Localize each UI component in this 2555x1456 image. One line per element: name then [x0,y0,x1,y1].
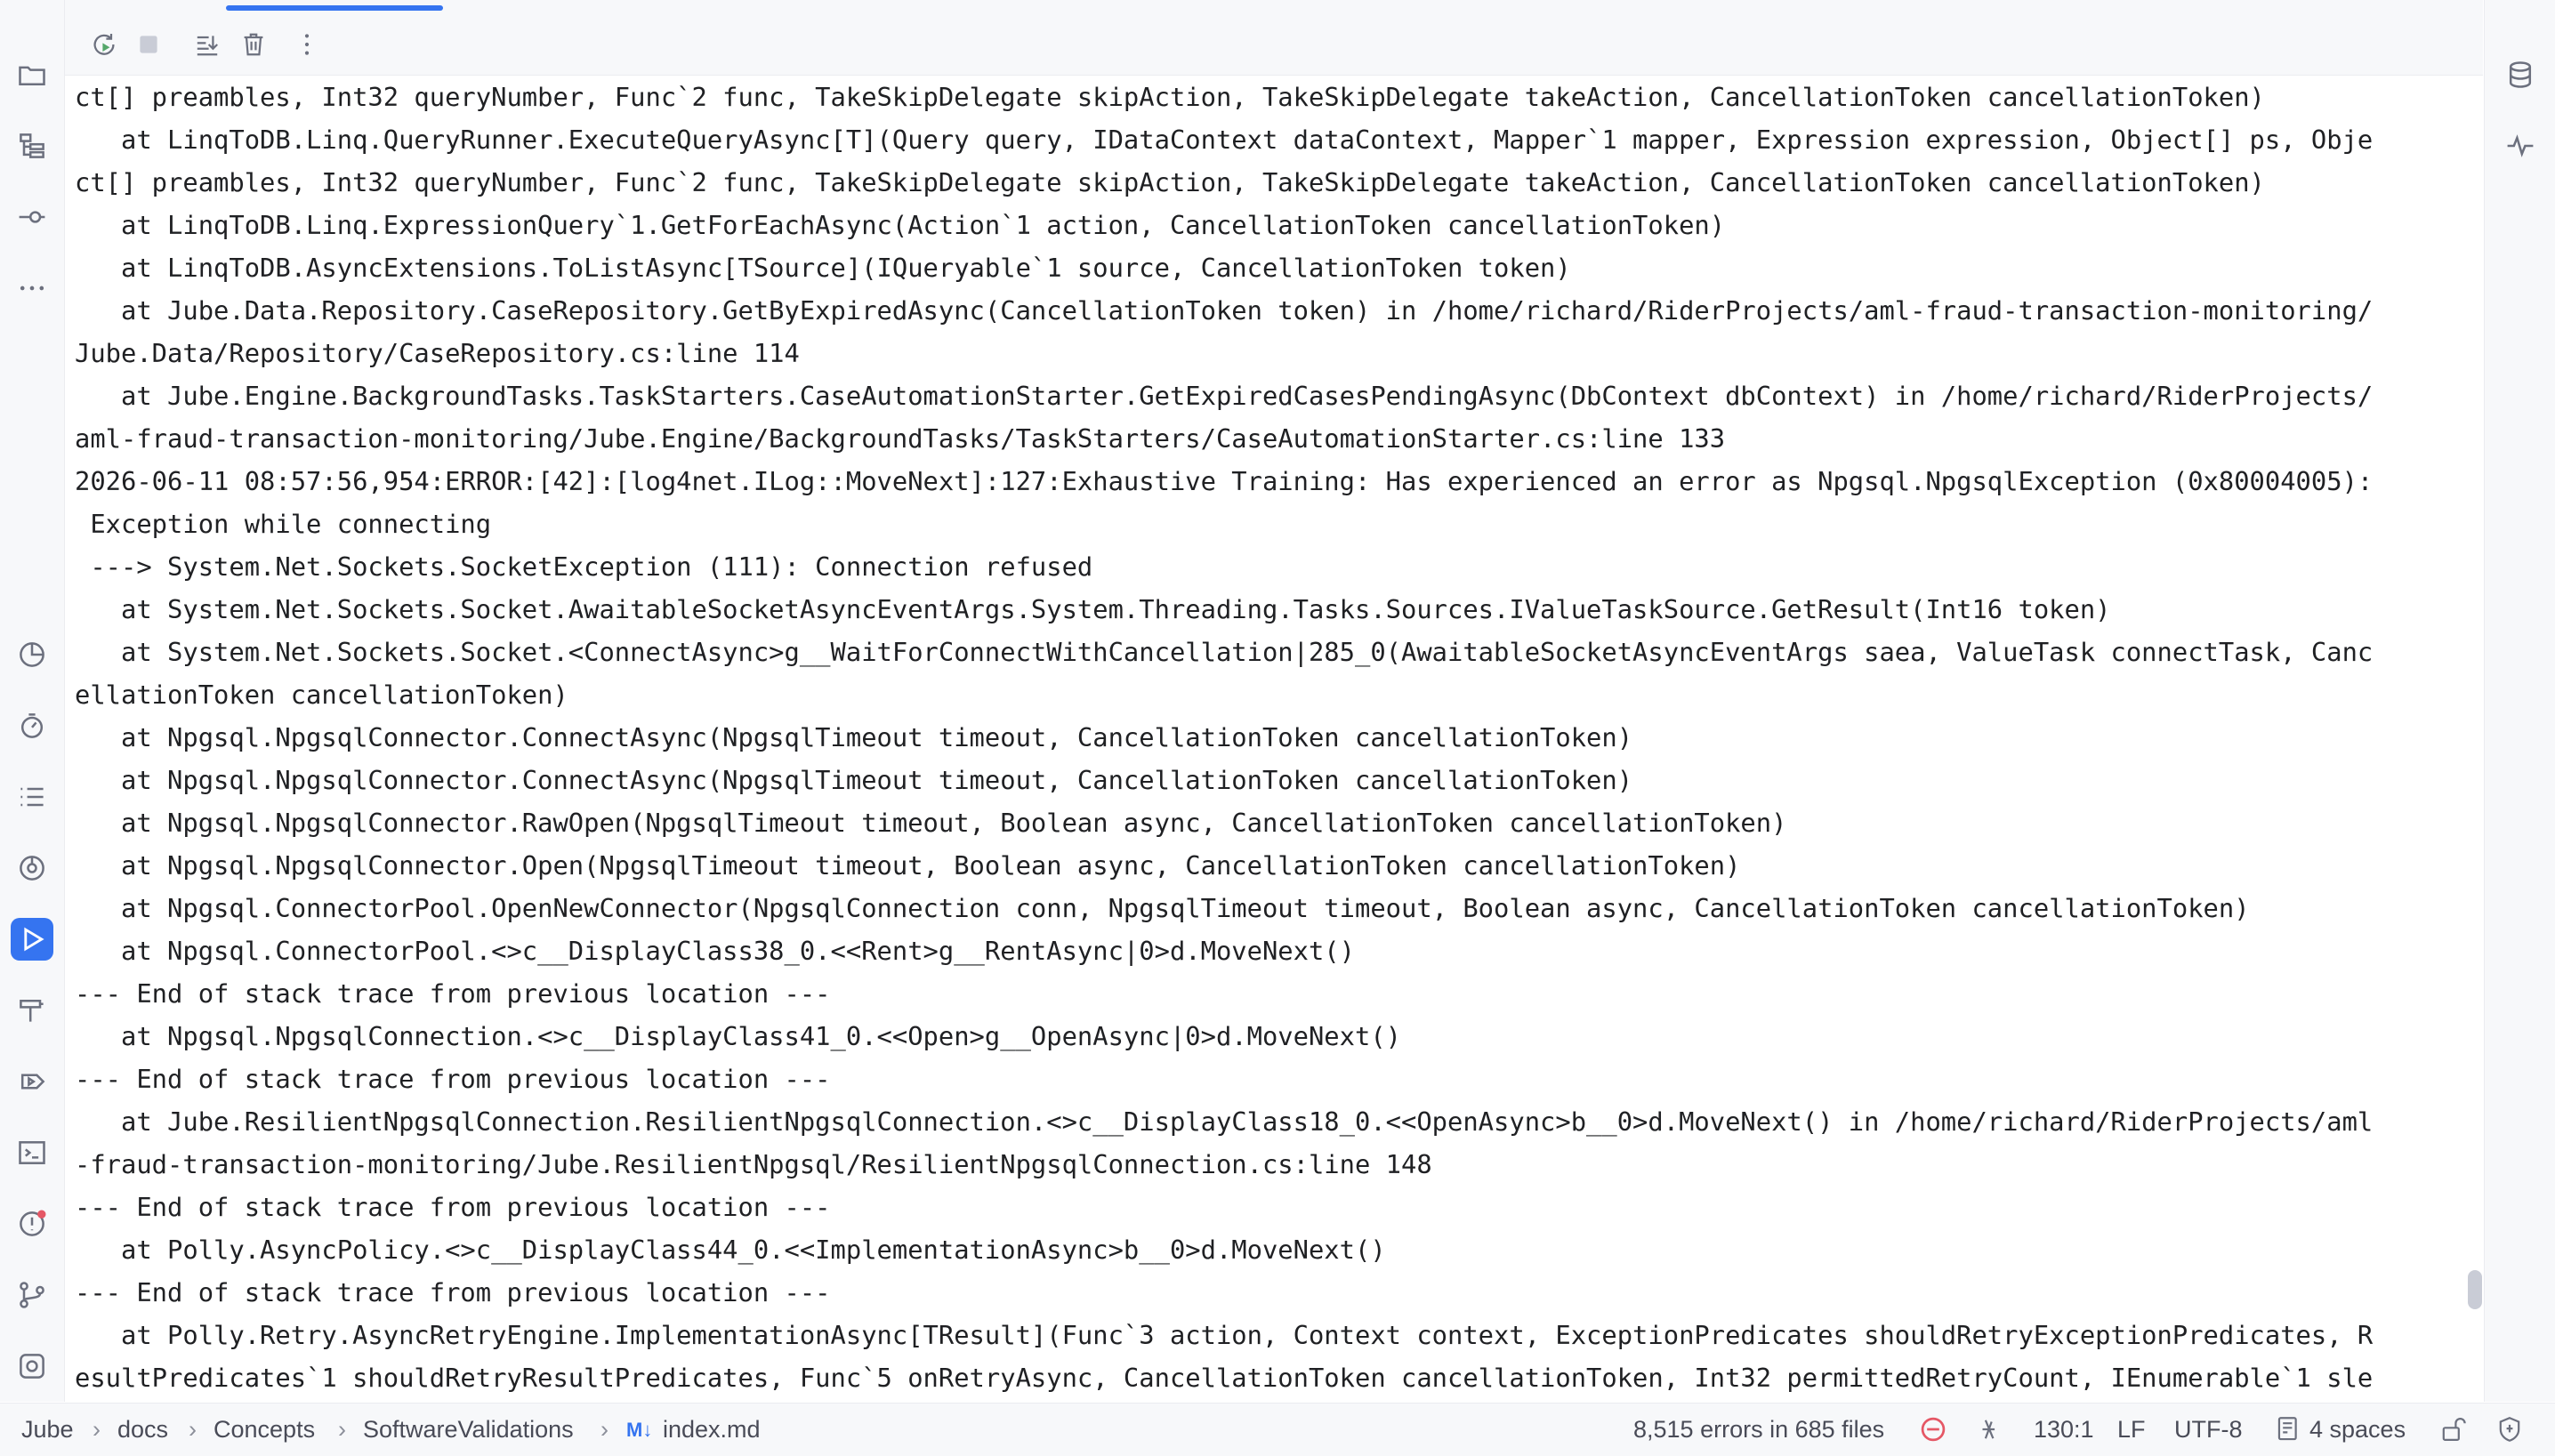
more-options-button[interactable] [289,27,325,62]
chevron-right-icon: › [600,1416,609,1443]
console-line[interactable]: at Jube.Engine.BackgroundTasks.TaskStart… [65,374,2483,417]
debug-icon[interactable] [11,1060,53,1103]
cursor-position[interactable]: 130:1 [2034,1404,2094,1456]
rerun-button[interactable] [86,27,122,62]
console-line: at Npgsql.NpgsqlConnector.Open(NpgsqlTim… [75,850,1741,881]
console-output[interactable]: ct[] preambles, Int32 queryNumber, Func`… [65,76,2483,1401]
line-ending[interactable]: LF [2117,1404,2146,1456]
no-entry-icon[interactable] [1918,1414,1948,1444]
more-icon[interactable] [11,267,53,310]
left-tool-strip [0,0,65,1402]
console-line: at Npgsql.NpgsqlConnector.ConnectAsync(N… [75,765,1633,795]
scroll-to-end-icon [197,36,218,56]
console-line: at Polly.Retry.AsyncRetryEngine.Implemen… [75,1320,2374,1350]
console-line: at Npgsql.NpgsqlConnection.<>c__DisplayC… [75,1021,1401,1051]
indent-setting[interactable]: 4 spaces [2309,1404,2406,1456]
console-line: --- End of stack trace from previous loc… [75,1277,831,1307]
services-icon[interactable] [11,847,53,889]
git-icon[interactable] [11,1274,53,1316]
breadcrumb-item[interactable]: Jube [21,1404,74,1456]
console-line: at System.Net.Sockets.Socket.<ConnectAsy… [75,637,2374,667]
chevron-right-icon: › [93,1416,101,1443]
console-line: esultPredicates`1 shouldRetryResultPredi… [75,1363,2374,1393]
console-line[interactable]: -fraud-transaction-monitoring/Jube.Resil… [65,1143,2483,1186]
file-encoding[interactable]: UTF-8 [2174,1404,2243,1456]
commit-icon[interactable] [11,196,53,238]
console-line: --- End of stack trace from previous loc… [75,978,831,1009]
breadcrumb-item[interactable]: SoftwareValidations [363,1404,574,1456]
kebab-icon [304,34,310,55]
ai-assistant-icon[interactable] [1975,1414,2005,1444]
todo-icon[interactable] [11,776,53,818]
trash-icon [244,33,263,56]
run-toolbar [65,0,2483,76]
console-line: ---> System.Net.Sockets.SocketException … [75,551,1093,582]
shield-icon[interactable] [2495,1414,2525,1444]
console-line[interactable]: at Jube.ResilientNpgsqlConnection.Resili… [65,1100,2483,1143]
scroll-to-end-button[interactable] [189,27,225,62]
chevron-right-icon: › [338,1416,346,1443]
console-scrollbar-thumb[interactable] [2468,1270,2482,1309]
console-line: at LinqToDB.Linq.ExpressionQuery`1.GetFo… [75,210,1726,240]
problems-icon[interactable] [11,1203,53,1245]
console-line: at Npgsql.ConnectorPool.<>c__DisplayClas… [75,936,1355,966]
console-line[interactable]: Jube.Data/Repository/CaseRepository.cs:l… [65,332,2483,374]
console-line: ct[] preambles, Int32 queryNumber, Func`… [75,167,2265,197]
console-line[interactable]: aml-fraud-transaction-monitoring/Jube.En… [65,417,2483,460]
console-line: at Polly.AsyncPolicy.<>c__DisplayClass44… [75,1235,1386,1265]
status-bar: Jube › docs › Concepts › SoftwareValidat… [0,1403,2555,1456]
chevron-right-icon: › [189,1416,197,1443]
console-line: at LinqToDB.Linq.QueryRunner.ExecuteQuer… [75,125,2374,155]
console-line: at LinqToDB.AsyncExtensions.ToListAsync[… [75,253,1571,283]
console-line: ct[] preambles, Int32 queryNumber, Func`… [75,82,2265,112]
console-line: at Npgsql.ConnectorPool.OpenNewConnector… [75,893,2250,923]
clear-all-button[interactable] [236,27,271,62]
stop-button[interactable] [131,27,166,62]
right-tool-strip [2484,0,2555,1402]
dotmemory-icon[interactable] [11,1345,53,1388]
error-count[interactable]: 8,515 errors in 685 files [1633,1404,1884,1456]
rerun-icon [93,34,115,55]
project-folder-icon[interactable] [11,53,53,96]
breadcrumb-file[interactable]: index.md [663,1404,761,1456]
console-line: --- End of stack trace from previous loc… [75,1064,831,1094]
console-line: at Npgsql.NpgsqlConnector.ConnectAsync(N… [75,722,1633,752]
database-icon[interactable] [2499,53,2542,96]
terminal-icon[interactable] [11,1131,53,1174]
profiler-icon[interactable] [11,704,53,747]
build-icon[interactable] [11,989,53,1032]
lock-icon[interactable] [2438,1414,2468,1444]
breadcrumb-item[interactable]: Concepts [214,1404,315,1456]
console-line: at System.Net.Sockets.Socket.AwaitableSo… [75,594,2111,624]
stop-icon [140,36,157,53]
indent-icon [2277,1417,2297,1441]
console-line: --- End of stack trace from previous loc… [75,1192,831,1222]
console-line: at Npgsql.NpgsqlConnector.RawOpen(Npgsql… [75,808,1787,838]
markdown-file-icon: M↓ [626,1419,653,1441]
coverage-icon[interactable] [11,633,53,676]
console-line: ellationToken cancellationToken) [75,680,568,710]
console-line: Exception while connecting [75,509,492,539]
console-line[interactable]: at Jube.Data.Repository.CaseRepository.G… [65,289,2483,332]
run-icon[interactable] [11,918,53,961]
breadcrumb-item[interactable]: docs [117,1404,168,1456]
dotTrace-icon[interactable] [2499,125,2542,167]
console-line: 2026-06-11 08:57:56,954:ERROR:[42]:[log4… [75,466,2374,496]
structure-icon[interactable] [11,125,53,167]
active-tab-indicator [226,5,443,11]
